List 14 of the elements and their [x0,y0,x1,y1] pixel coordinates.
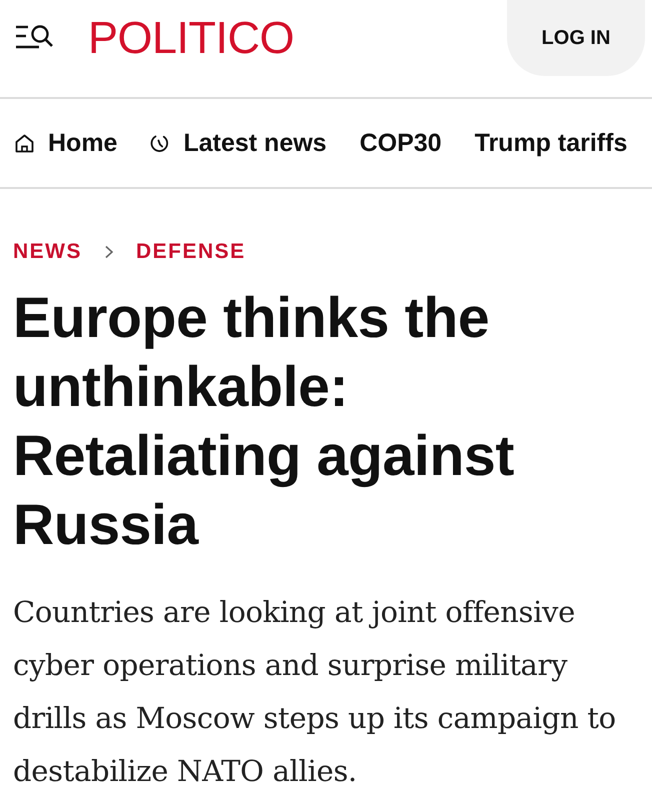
clock-icon [150,134,170,152]
breadcrumb-link[interactable]: DEFENSE [136,240,246,264]
nav-link[interactable]: Home [48,128,118,158]
menu-search-icon[interactable] [16,24,54,49]
nav-link[interactable]: Trump tariffs [474,128,628,158]
site-logo[interactable]: POLITICO [88,13,294,63]
nav-link[interactable]: Latest news [183,128,327,158]
login-button[interactable]: LOG IN [507,0,645,76]
article-summary: Countries are looking at joint offensive cyber operations and surprise military drills as Moscow steps up its campaign to destabilize NATO allies. [13,594,617,790]
chevron-icon [104,245,114,259]
breadcrumb-link[interactable]: NEWS [13,240,82,264]
home-icon [15,134,34,152]
nav-link[interactable]: COP30 [360,128,442,158]
article-headline: Europe thinks the unthinkable: Retaliating against Russia [13,285,516,559]
